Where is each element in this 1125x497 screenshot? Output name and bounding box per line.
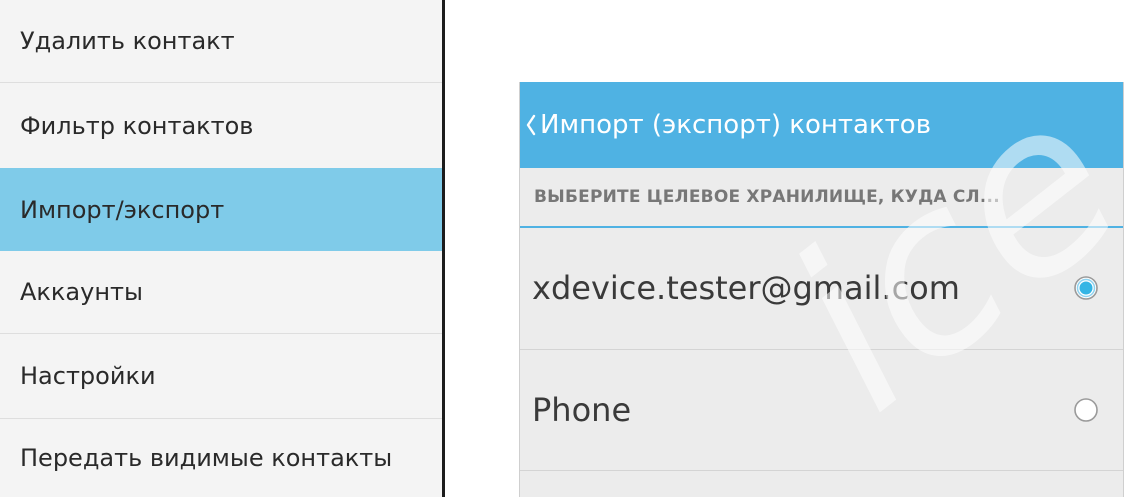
import-export-screen: Импорт (экспорт) контактов ВЫБЕРИТЕ ЦЕЛЕ…	[520, 82, 1123, 497]
back-chevron-icon[interactable]	[524, 82, 538, 168]
menu-item-label: Передать видимые контакты	[20, 444, 393, 472]
radio-unchecked-icon[interactable]	[1073, 397, 1099, 423]
menu-item-accounts[interactable]: Аккаунты	[0, 251, 442, 333]
text-fade	[402, 419, 442, 497]
account-label: xdevice.tester@gmail.com	[532, 269, 960, 307]
row-divider	[520, 470, 1123, 471]
menu-item-share-visible-contacts[interactable]: Передать видимые контакты	[0, 419, 442, 497]
section-header: ВЫБЕРИТЕ ЦЕЛЕВОЕ ХРАНИЛИЩЕ, КУДА СЛ...	[534, 187, 1000, 207]
dialog-border-right	[1123, 82, 1124, 497]
menu-item-delete-contact[interactable]: Удалить контакт	[0, 0, 442, 82]
overflow-menu: Удалить контакт Фильтр контактов Импорт/…	[0, 0, 442, 497]
menu-item-contact-filter[interactable]: Фильтр контактов	[0, 83, 442, 168]
menu-item-label: Фильтр контактов	[20, 111, 254, 140]
account-label: Phone	[532, 391, 632, 429]
action-bar-title[interactable]: Импорт (экспорт) контактов	[540, 110, 931, 140]
account-row-google[interactable]: xdevice.tester@gmail.com	[520, 228, 1123, 348]
panel-edge	[442, 0, 445, 497]
menu-item-settings[interactable]: Настройки	[0, 334, 442, 418]
menu-item-import-export[interactable]: Импорт/экспорт	[0, 168, 442, 251]
menu-item-label: Удалить контакт	[20, 27, 235, 55]
menu-item-label: Аккаунты	[20, 278, 143, 306]
menu-item-label: Импорт/экспорт	[20, 195, 225, 224]
menu-item-label: Настройки	[20, 362, 156, 390]
account-row-phone[interactable]: Phone	[520, 350, 1123, 470]
action-bar: Импорт (экспорт) контактов	[520, 82, 1123, 168]
radio-checked-icon[interactable]	[1073, 275, 1099, 301]
